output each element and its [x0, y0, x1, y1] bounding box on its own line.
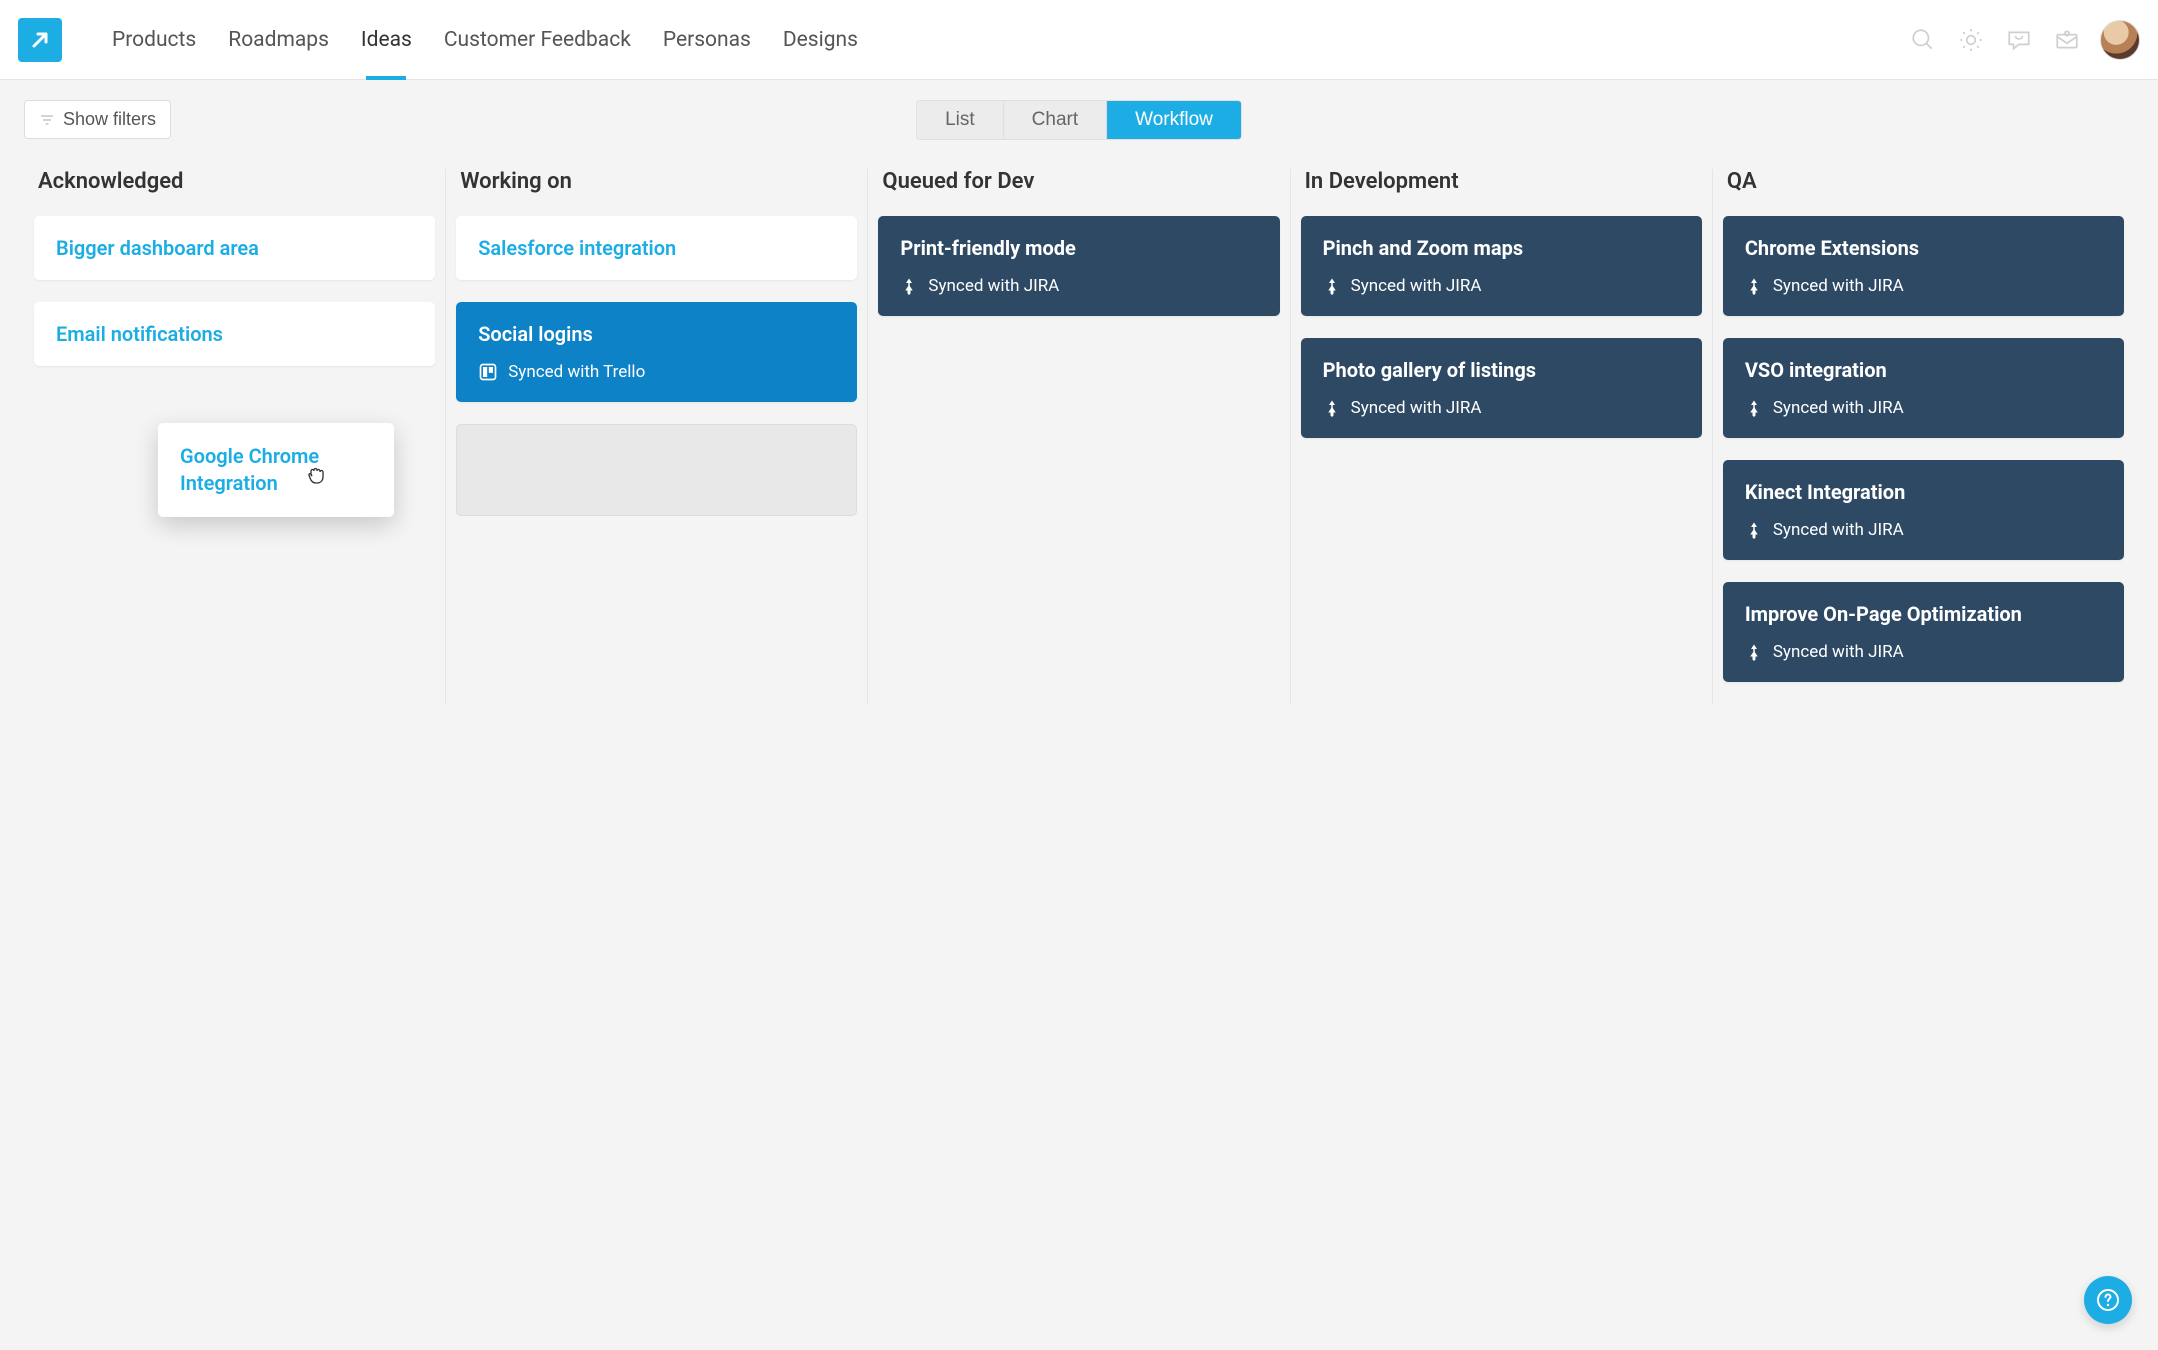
card[interactable]: Improve On-Page Optimization Synced with… — [1723, 582, 2124, 682]
nav-label: Designs — [783, 28, 858, 52]
inbox-icon[interactable] — [2052, 25, 2082, 55]
column-acknowledged: Acknowledged Bigger dashboard area Email… — [24, 169, 446, 704]
card-sync: Synced with JIRA — [1745, 520, 2102, 540]
card[interactable]: Kinect Integration Synced with JIRA — [1723, 460, 2124, 560]
nav-label: Customer Feedback — [444, 28, 631, 52]
nav-roadmaps[interactable]: Roadmaps — [212, 0, 345, 80]
nav-label: Personas — [663, 28, 751, 52]
sync-label: Synced with JIRA — [1773, 276, 1904, 296]
jira-icon — [1745, 643, 1763, 661]
drop-placeholder — [456, 424, 857, 516]
dragging-card[interactable]: Google Chrome Integration — [158, 423, 394, 517]
column-in-development: In Development Pinch and Zoom maps Synce… — [1291, 169, 1713, 704]
card[interactable]: Social logins Synced with Trello — [456, 302, 857, 402]
card-sync: Synced with JIRA — [900, 276, 1257, 296]
card[interactable]: Print-friendly mode Synced with JIRA — [878, 216, 1279, 316]
nav-label: Ideas — [361, 28, 412, 52]
nav-items: Products Roadmaps Ideas Customer Feedbac… — [96, 0, 874, 80]
card-sync: Synced with JIRA — [1745, 398, 2102, 418]
arrow-up-right-icon — [28, 28, 52, 52]
filters-label: Show filters — [63, 109, 156, 130]
view-tab-list[interactable]: List — [917, 101, 1003, 139]
card-sync: Synced with JIRA — [1745, 642, 2102, 662]
jira-icon — [1745, 521, 1763, 539]
search-icon[interactable] — [1908, 25, 1938, 55]
card-sync: Synced with JIRA — [1323, 276, 1680, 296]
column-title: QA — [1723, 169, 2124, 194]
sync-label: Synced with Trello — [508, 362, 645, 382]
view-tab-chart[interactable]: Chart — [1003, 101, 1106, 139]
idea-icon[interactable] — [1956, 25, 1986, 55]
card[interactable]: Email notifications — [34, 302, 435, 366]
nav-personas[interactable]: Personas — [647, 0, 767, 80]
sync-label: Synced with JIRA — [1773, 642, 1904, 662]
sync-label: Synced with JIRA — [1773, 398, 1904, 418]
filter-icon — [39, 112, 55, 128]
view-tab-label: Chart — [1032, 109, 1078, 130]
card-sync: Synced with JIRA — [1323, 398, 1680, 418]
card[interactable]: Photo gallery of listings Synced with JI… — [1301, 338, 1702, 438]
workflow-board: Acknowledged Bigger dashboard area Email… — [0, 149, 2158, 744]
view-tab-workflow[interactable]: Workflow — [1106, 101, 1241, 139]
avatar[interactable] — [2100, 20, 2140, 60]
feedback-icon[interactable] — [2004, 25, 2034, 55]
card-title: Google Chrome Integration — [180, 443, 372, 497]
column-title: In Development — [1301, 169, 1702, 194]
card-title: Social logins — [478, 322, 835, 346]
jira-icon — [1323, 399, 1341, 417]
view-tabs: List Chart Workflow — [916, 100, 1242, 140]
nav-products[interactable]: Products — [96, 0, 212, 80]
view-tab-label: Workflow — [1135, 109, 1213, 130]
card-title: Kinect Integration — [1745, 480, 2102, 504]
sync-label: Synced with JIRA — [928, 276, 1059, 296]
column-queued-for-dev: Queued for Dev Print-friendly mode Synce… — [868, 169, 1290, 704]
column-title: Working on — [456, 169, 857, 194]
column-title: Acknowledged — [34, 169, 435, 194]
card-title: Pinch and Zoom maps — [1323, 236, 1680, 260]
nav-ideas[interactable]: Ideas — [345, 0, 428, 80]
card[interactable]: VSO integration Synced with JIRA — [1723, 338, 2124, 438]
show-filters-button[interactable]: Show filters — [24, 100, 171, 139]
app-logo[interactable] — [18, 18, 62, 62]
nav-label: Roadmaps — [228, 28, 329, 52]
card-title: Chrome Extensions — [1745, 236, 2102, 260]
column-qa: QA Chrome Extensions Synced with JIRA VS… — [1713, 169, 2134, 704]
card[interactable]: Salesforce integration — [456, 216, 857, 280]
nav-label: Products — [112, 28, 196, 52]
card-sync: Synced with JIRA — [1745, 276, 2102, 296]
card-sync: Synced with Trello — [478, 362, 835, 382]
nav-customer-feedback[interactable]: Customer Feedback — [428, 0, 647, 80]
sync-label: Synced with JIRA — [1351, 398, 1482, 418]
jira-icon — [900, 277, 918, 295]
help-icon — [2096, 1288, 2120, 1312]
card-title: VSO integration — [1745, 358, 2102, 382]
card[interactable]: Chrome Extensions Synced with JIRA — [1723, 216, 2124, 316]
card-title: Salesforce integration — [478, 236, 835, 260]
view-tab-label: List — [945, 109, 975, 130]
card-title: Print-friendly mode — [900, 236, 1257, 260]
top-nav: Products Roadmaps Ideas Customer Feedbac… — [0, 0, 2158, 80]
card-title: Photo gallery of listings — [1323, 358, 1680, 382]
jira-icon — [1323, 277, 1341, 295]
sync-label: Synced with JIRA — [1351, 276, 1482, 296]
card[interactable]: Bigger dashboard area — [34, 216, 435, 280]
toolbar: Show filters List Chart Workflow — [0, 80, 2158, 149]
trello-icon — [478, 362, 498, 382]
card-title: Bigger dashboard area — [56, 236, 413, 260]
sync-label: Synced with JIRA — [1773, 520, 1904, 540]
card-title: Email notifications — [56, 322, 413, 346]
column-title: Queued for Dev — [878, 169, 1279, 194]
help-button[interactable] — [2084, 1276, 2132, 1324]
card-title: Improve On-Page Optimization — [1745, 602, 2102, 626]
jira-icon — [1745, 277, 1763, 295]
jira-icon — [1745, 399, 1763, 417]
card[interactable]: Pinch and Zoom maps Synced with JIRA — [1301, 216, 1702, 316]
column-working-on: Working on Salesforce integration Social… — [446, 169, 868, 704]
nav-designs[interactable]: Designs — [767, 0, 874, 80]
nav-right — [1908, 20, 2140, 60]
